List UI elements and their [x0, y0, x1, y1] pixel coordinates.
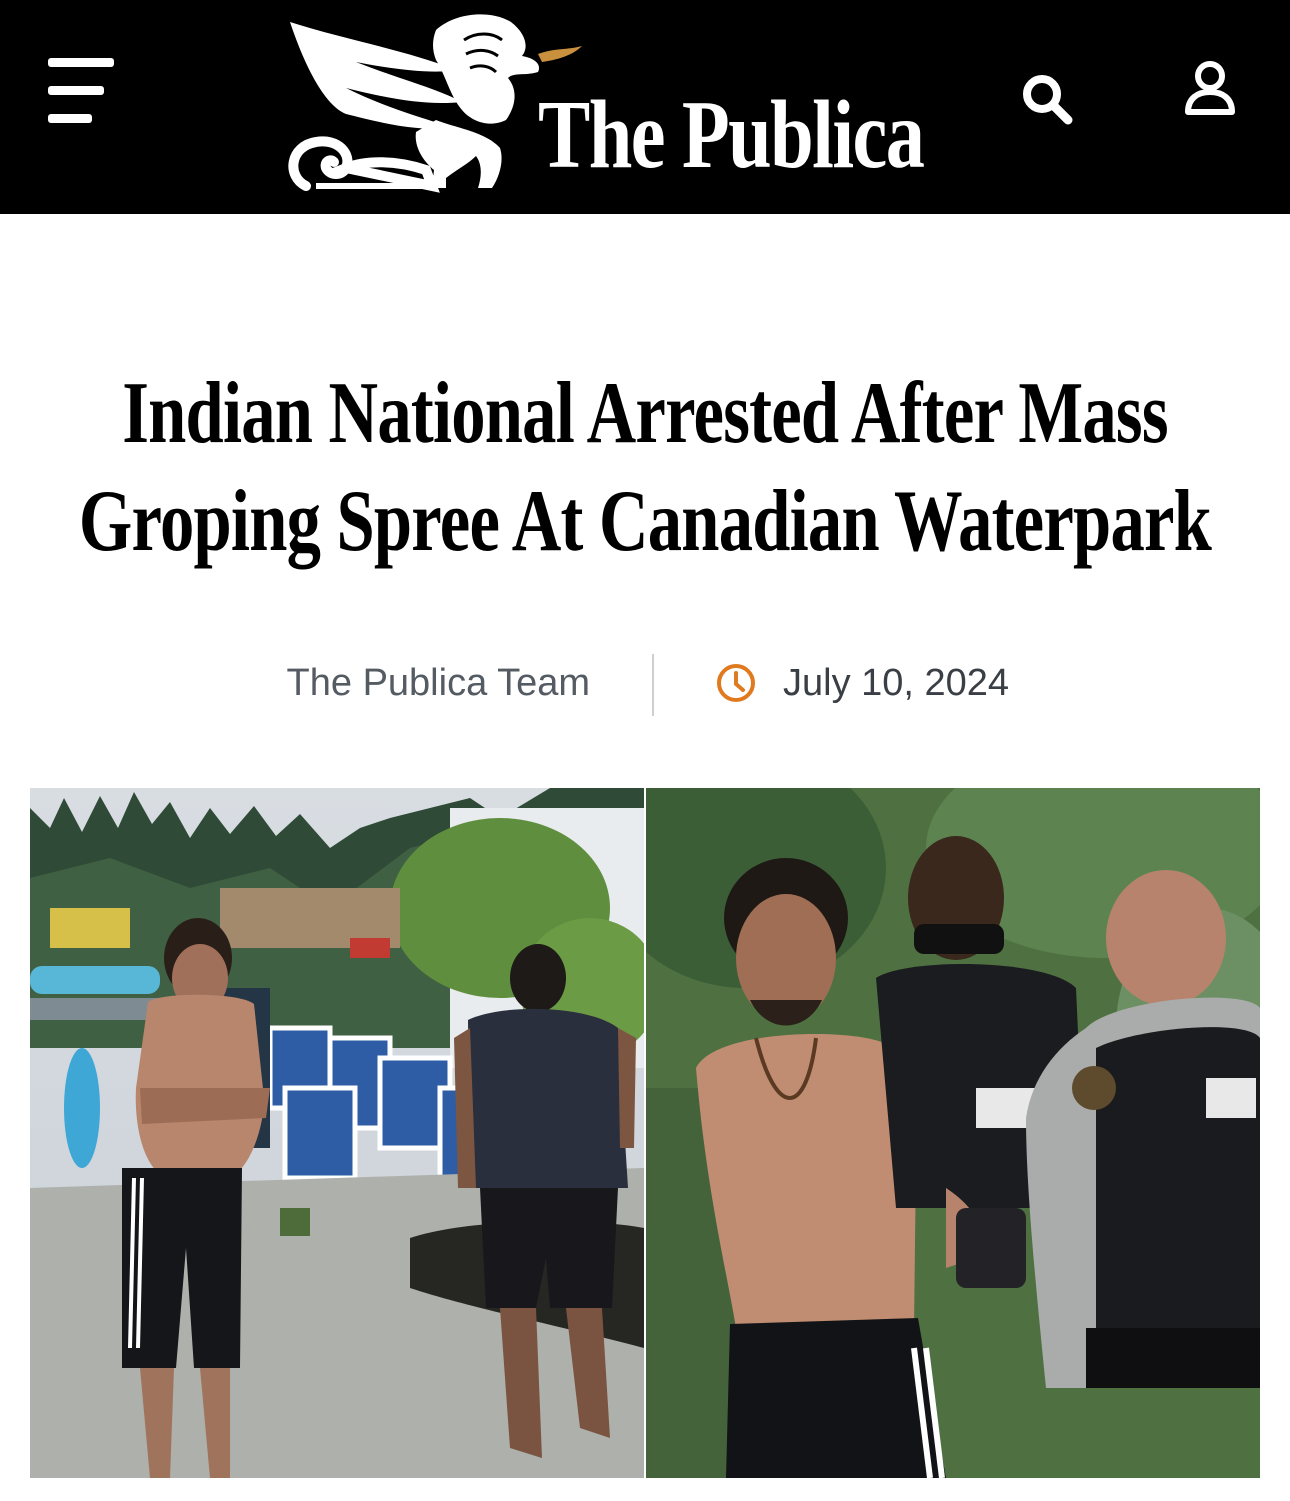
site-header: The Publica [0, 0, 1290, 214]
publish-date: July 10, 2024 [783, 662, 1010, 704]
article-headline: Indian National Arrested After Mass Grop… [40, 360, 1250, 576]
search-icon[interactable] [1016, 68, 1080, 132]
article-image-right [646, 788, 1260, 1478]
site-logo[interactable]: The Publica [286, 10, 946, 200]
author-link[interactable]: The Publica Team [287, 658, 590, 708]
article-byline: The Publica Team July 10, 2024 [0, 650, 1290, 720]
clock-icon [717, 664, 755, 702]
article-image-left [30, 788, 644, 1478]
hamburger-menu-icon[interactable] [44, 56, 116, 126]
user-icon[interactable] [1178, 58, 1242, 122]
site-name: The Publica [538, 81, 925, 189]
headline-text: Indian National Arrested After Mass Grop… [78, 365, 1212, 570]
byline-divider [652, 654, 654, 716]
